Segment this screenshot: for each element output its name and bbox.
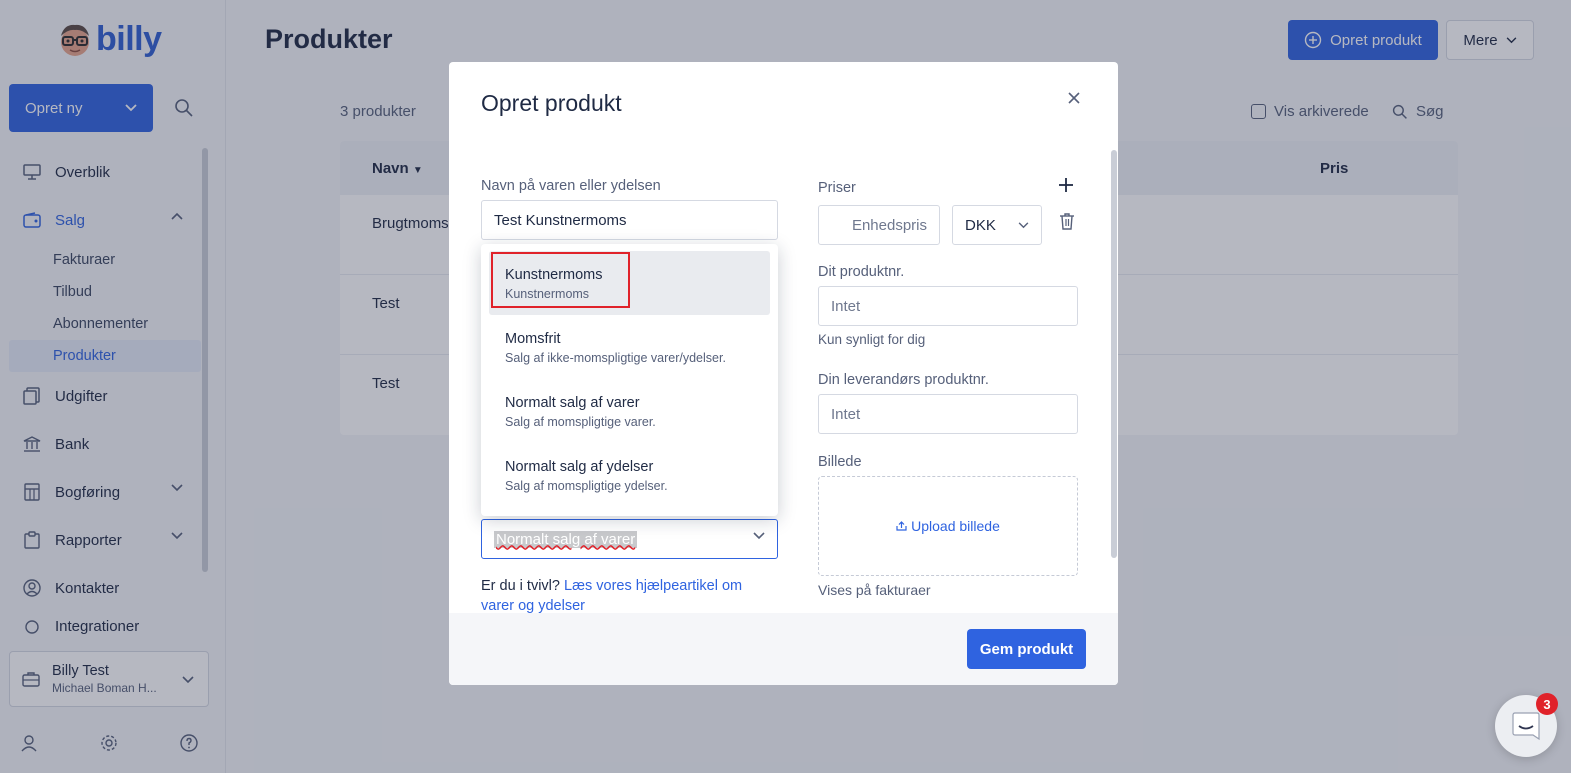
create-product-modal: Opret produkt Navn på varen eller ydelse…: [449, 62, 1118, 685]
dropdown-option-normalt-salg-varer[interactable]: Normalt salg af varer Salg af momspligti…: [489, 379, 770, 443]
dropdown-option-normalt-salg-ydelser[interactable]: Normalt salg af ydelser Salg af momsplig…: [489, 443, 770, 507]
chat-icon: [1512, 712, 1540, 741]
modal-title: Opret produkt: [481, 90, 622, 116]
option-title: Momsfrit: [505, 331, 561, 347]
image-hint: Vises på fakturaer: [818, 582, 931, 598]
chevron-down-icon: [1018, 221, 1029, 228]
modal-scrollbar[interactable]: [1111, 150, 1117, 558]
product-no-hint: Kun synligt for dig: [818, 332, 926, 347]
red-highlight-box: [491, 252, 630, 308]
image-label: Billede: [818, 454, 862, 470]
prices-label: Priser: [818, 180, 856, 196]
product-name-input[interactable]: Test Kunstnermoms: [481, 200, 778, 240]
name-label: Navn på varen eller ydelsen: [481, 178, 661, 194]
chat-notification-badge: 3: [1536, 693, 1558, 715]
option-title: Normalt salg af varer: [505, 395, 640, 411]
upload-icon: [896, 521, 907, 531]
option-description: Salg af ikke-momspligtige varer/ydelser.: [505, 351, 726, 365]
sales-tax-dropdown: Kunstnermoms Kunstnermoms Momsfrit Salg …: [481, 244, 778, 516]
add-price-icon[interactable]: [1057, 176, 1075, 194]
option-description: Salg af momspligtige varer.: [505, 415, 656, 429]
help-text: Er du i tvivl? Læs vores hjælpeartikel o…: [481, 576, 771, 616]
option-description: Salg af momspligtige ydelser.: [505, 479, 668, 493]
sales-tax-select-value: Normalt salg af varer: [494, 530, 638, 548]
dropdown-option-kunstnermoms[interactable]: Kunstnermoms Kunstnermoms: [489, 251, 770, 315]
upload-image-dropzone[interactable]: Upload billede: [818, 476, 1078, 576]
help-prefix: Er du i tvivl?: [481, 578, 560, 594]
unit-price-input[interactable]: Enhedspris: [818, 205, 940, 245]
save-product-button[interactable]: Gem produkt: [967, 629, 1086, 669]
product-no-input[interactable]: Intet: [818, 286, 1078, 326]
option-title: Normalt salg af ydelser: [505, 459, 654, 475]
supplier-no-input[interactable]: Intet: [818, 394, 1078, 434]
dropdown-option-momsfrit[interactable]: Momsfrit Salg af ikke-momspligtige varer…: [489, 315, 770, 379]
supplier-no-label: Din leverandørs produktnr.: [818, 372, 989, 388]
trash-icon[interactable]: [1059, 212, 1075, 230]
currency-value: DKK: [965, 216, 996, 234]
sales-tax-select[interactable]: Normalt salg af varer: [481, 519, 778, 559]
currency-select[interactable]: DKK: [952, 205, 1042, 245]
chevron-down-icon: [753, 532, 765, 540]
upload-image-label: Upload billede: [911, 518, 1000, 534]
product-no-label: Dit produktnr.: [818, 264, 905, 280]
close-icon[interactable]: [1066, 90, 1082, 106]
